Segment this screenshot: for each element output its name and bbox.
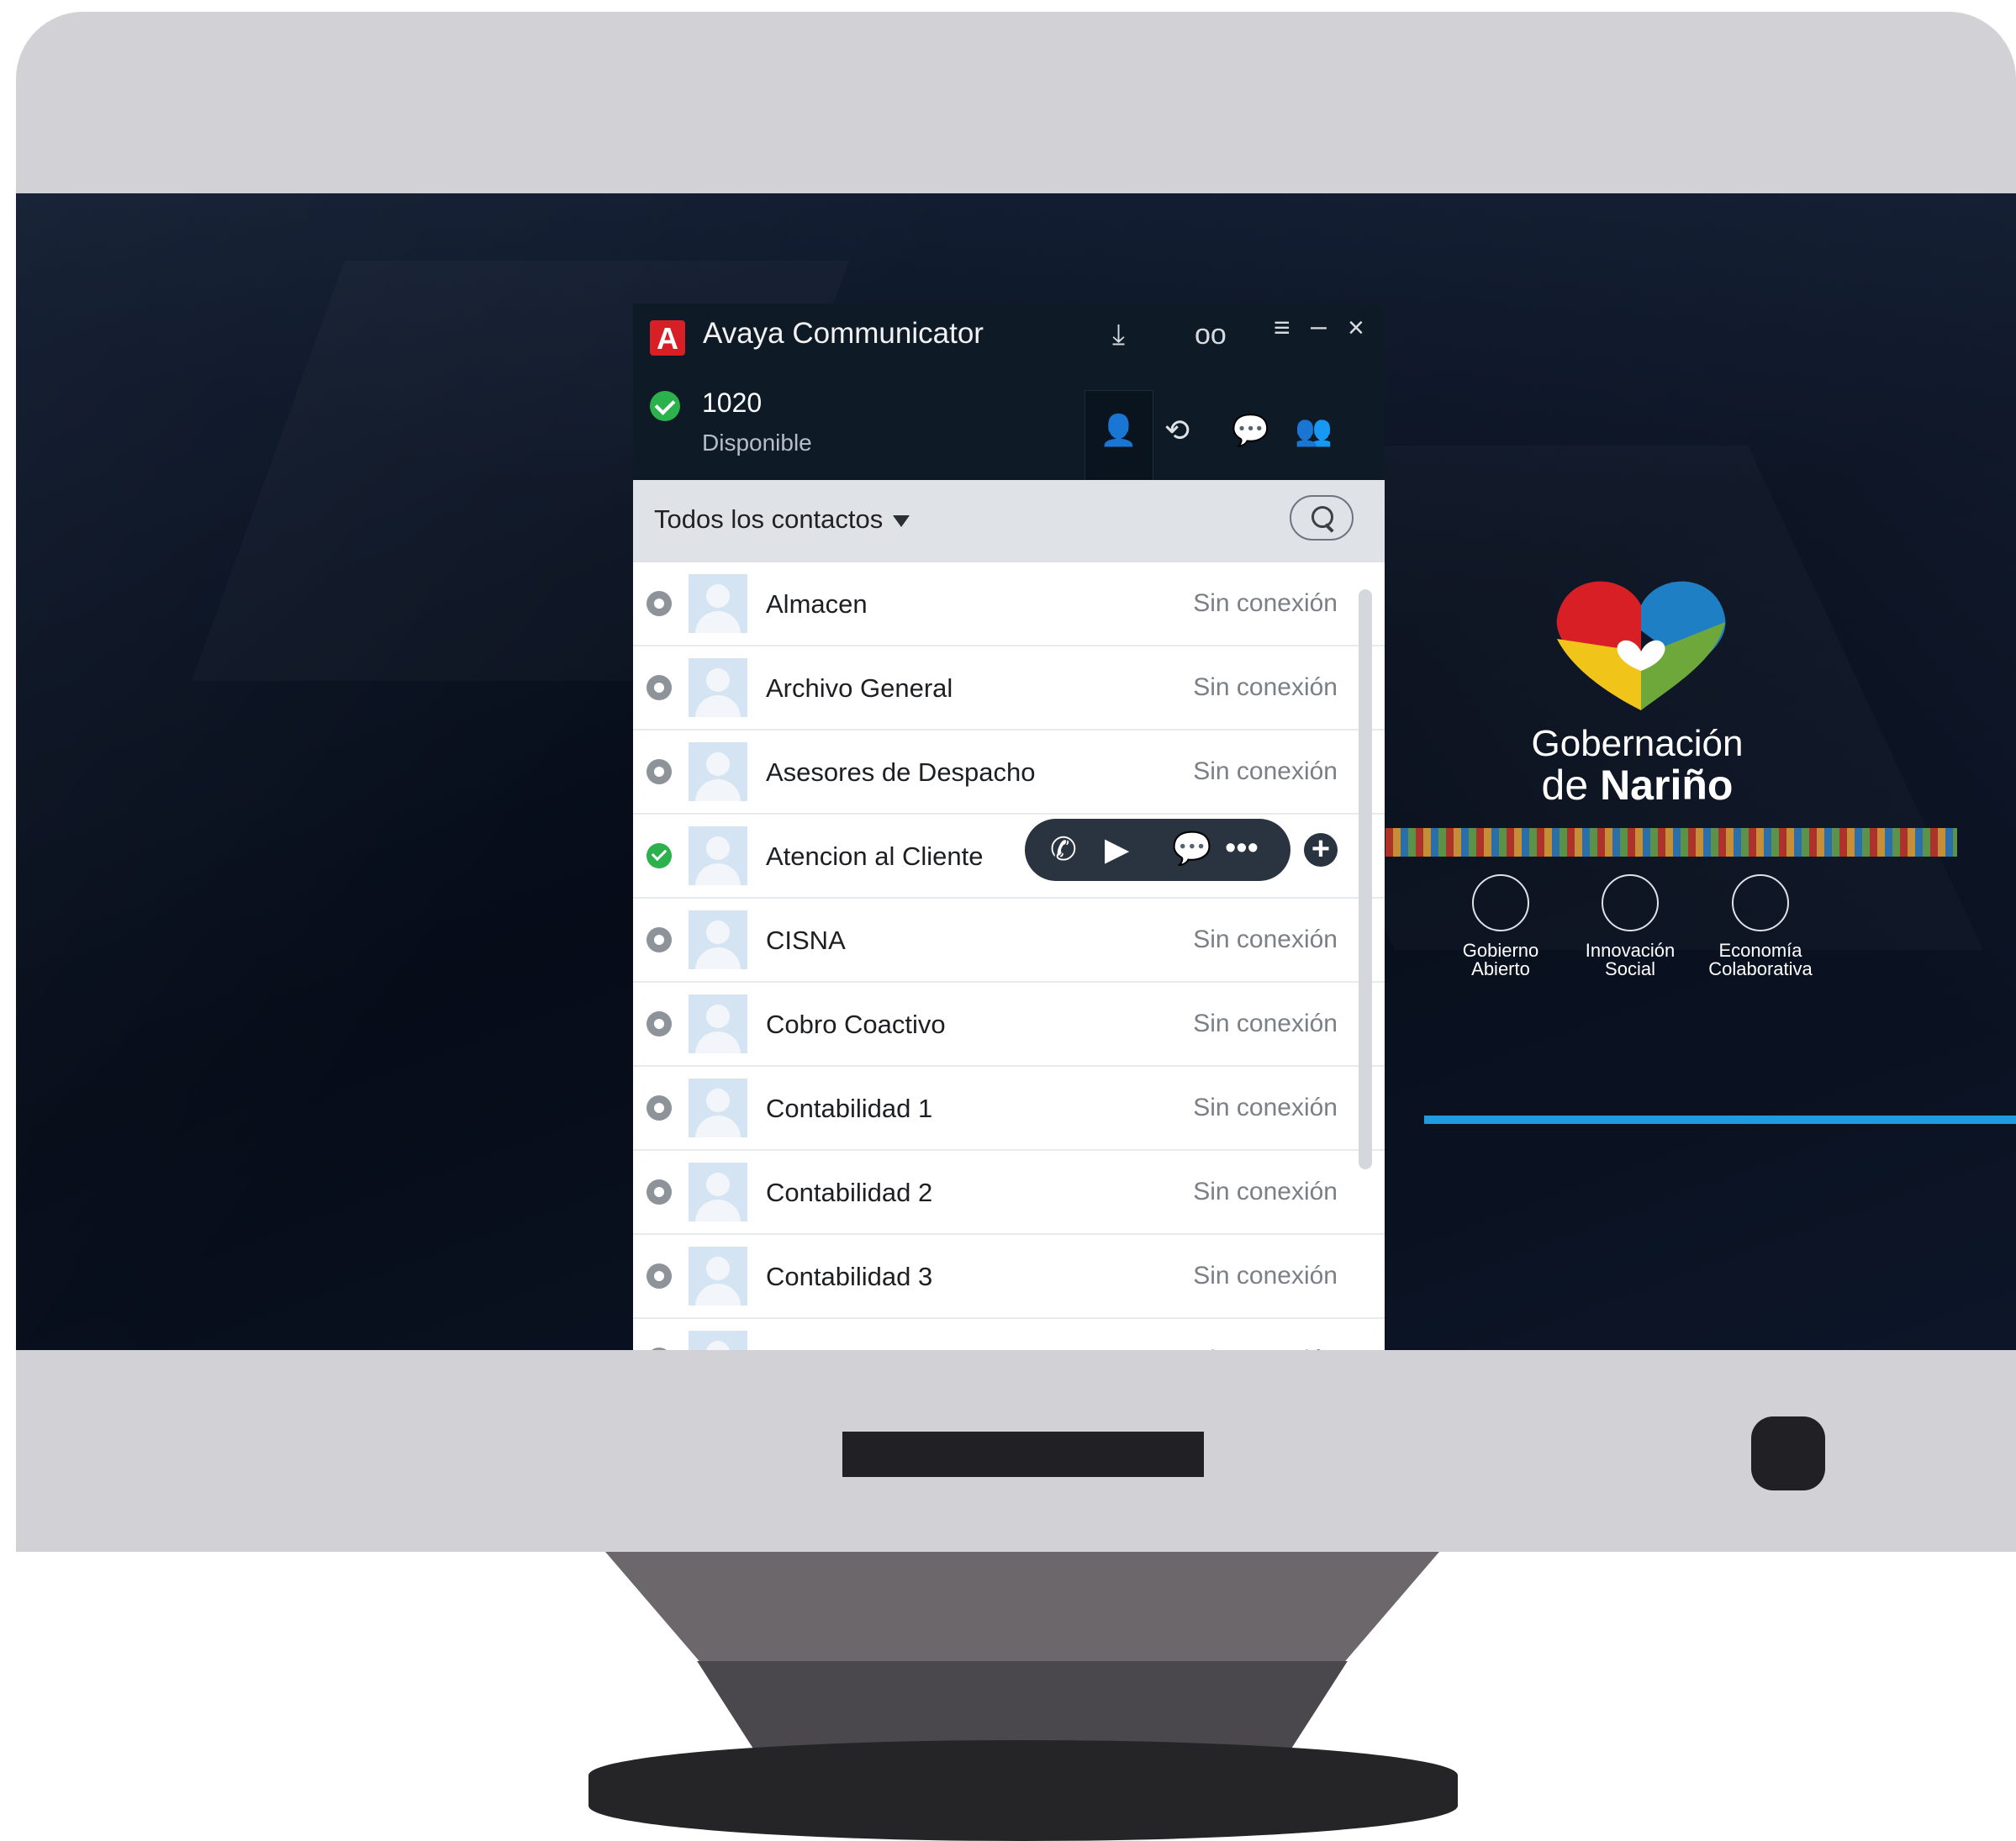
contact-status: Sin conexión [1193, 1094, 1338, 1121]
avatar [689, 658, 747, 717]
gobernacion-heart-logo [1556, 581, 1726, 710]
contact-row[interactable]: CISNA Sin conexión [633, 899, 1385, 983]
pillar-line1: Gobierno [1462, 940, 1539, 961]
close-icon[interactable]: × [1348, 312, 1364, 345]
pillar-innovacion-social: Innovación Social [1571, 874, 1689, 979]
messages-icon[interactable]: 💬 [1232, 413, 1269, 448]
contact-name: Contabilidad 2 [766, 1178, 933, 1207]
minimize-icon[interactable]: – [1311, 310, 1327, 343]
avatar [689, 742, 747, 801]
pillar-line2: Social [1605, 958, 1655, 979]
contact-name: CISNA [766, 926, 846, 955]
avatar [689, 826, 747, 885]
contact-row[interactable]: Contabilidad 2 Sin conexión [633, 1151, 1385, 1235]
brand-line2-prefix: de [1541, 762, 1589, 809]
pillar-line2: Colaborativa [1708, 958, 1813, 979]
contact-status: Sin conexión [1193, 1010, 1338, 1037]
history-icon[interactable]: ⟲ [1164, 413, 1190, 448]
lightbulb-icon [1602, 874, 1659, 931]
avatar [689, 574, 747, 633]
contact-status: Sin conexión [1193, 673, 1338, 701]
monitor-slot [842, 1432, 1204, 1477]
app-header: A Avaya Communicator ⤓ oo ≡ – × 1020 Dis… [633, 303, 1385, 481]
contact-row[interactable]: CorrespondenciaSin conexión [633, 1319, 1385, 1350]
chat-icon[interactable]: 💬 [1172, 831, 1211, 868]
contact-status: Sin conexión [1193, 926, 1338, 953]
contact-list: Almacen Sin conexión Archivo General Sin co… [633, 562, 1385, 1350]
avatar [689, 1331, 747, 1350]
avatar [689, 1247, 747, 1306]
brand-line1: Gobernación [1531, 723, 1744, 764]
scrollbar[interactable] [1359, 589, 1372, 1169]
avatar [689, 994, 747, 1053]
caret-down-icon [893, 514, 910, 527]
pillar-line2: Abierto [1471, 958, 1530, 979]
transfer-icon[interactable]: ⤓ [1112, 319, 1125, 351]
avaya-communicator-window[interactable]: A Avaya Communicator ⤓ oo ≡ – × 1020 Dis… [633, 303, 1385, 1350]
search-icon [1311, 506, 1333, 528]
contact-name: Archivo General [766, 673, 953, 703]
presence-offline-icon [646, 591, 672, 616]
spiral-icon [1472, 874, 1529, 931]
video-icon[interactable]: ▶ [1105, 831, 1129, 868]
contact-filter-bar: Todos los contactos [633, 480, 1385, 562]
accent-line [1424, 1116, 2016, 1124]
presence-available-icon[interactable] [650, 391, 680, 421]
presence-offline-icon [646, 1095, 672, 1121]
contact-name: Asesores de Despacho [766, 757, 1036, 787]
monitor-base [588, 1740, 1458, 1841]
contact-row[interactable]: Contabilidad 1 Sin conexión [633, 1067, 1385, 1151]
pillar-gobierno-abierto: Gobierno Abierto [1442, 874, 1559, 979]
presence-offline-icon [646, 1263, 672, 1289]
contacts-icon[interactable]: 👤 [1100, 413, 1137, 448]
add-contact-icon[interactable]: + [1304, 833, 1338, 867]
contact-row[interactable]: Asesores de Despacho Sin conexión [633, 731, 1385, 815]
avaya-logo-icon: A [650, 320, 685, 356]
contact-status: Sin conexión [1193, 1178, 1338, 1205]
contact-filter-dropdown[interactable]: Todos los contactos [654, 504, 910, 535]
decorative-chevron-strip [1385, 828, 1957, 857]
avatar [689, 1079, 747, 1137]
power-button-icon [1751, 1416, 1825, 1490]
user-extension: 1020 [702, 388, 763, 418]
menu-icon[interactable]: ≡ [1274, 312, 1290, 345]
presence-offline-icon [646, 1011, 672, 1037]
groups-icon[interactable]: 👥 [1295, 413, 1333, 448]
user-status[interactable]: Disponible [702, 430, 812, 456]
brand-line2-bold: Nariño [1600, 762, 1734, 809]
contact-row[interactable]: Archivo General Sin conexión [633, 646, 1385, 731]
pillar-line1: Economía [1718, 940, 1802, 961]
brand-line2: de Nariño [1421, 761, 1854, 810]
contact-name: Almacen [766, 589, 868, 619]
monitor-illustration: A Avaya Communicator ⤓ oo ≡ – × 1020 Dis… [0, 0, 2016, 1841]
contact-row[interactable]: Contabilidad 3 Sin conexión [633, 1235, 1385, 1319]
contact-name: Contabilidad 3 [766, 1262, 933, 1291]
contact-name: Contabilidad 1 [766, 1094, 933, 1123]
presence-offline-icon [646, 1179, 672, 1205]
contact-name: Cobro Coactivo [766, 1010, 946, 1039]
presence-offline-icon [646, 675, 672, 700]
app-title: Avaya Communicator [703, 317, 984, 350]
presence-offline-icon [646, 759, 672, 784]
contact-row[interactable]: Almacen Sin conexión [633, 562, 1385, 646]
contact-status: Sin conexión [1193, 589, 1338, 617]
search-button[interactable] [1290, 495, 1354, 541]
presence-offline-icon [646, 927, 672, 952]
pillar-economia-colaborativa: Economía Colaborativa [1702, 874, 1819, 979]
voicemail-icon[interactable]: oo [1195, 319, 1227, 351]
pillar-line1: Innovación [1585, 940, 1676, 961]
contact-row[interactable]: Cobro Coactivo Sin conexión [633, 983, 1385, 1067]
avatar [689, 910, 747, 969]
avatar [689, 1163, 747, 1221]
contact-name: Atencion al Cliente [766, 841, 984, 871]
network-circle-icon [1732, 874, 1789, 931]
contact-actions-bar: ✆ ▶ 💬 ••• [1025, 819, 1290, 881]
monitor-bezel-top [16, 12, 2016, 197]
contact-status: Sin conexión [1193, 757, 1338, 785]
phone-icon[interactable]: ✆ [1050, 831, 1077, 868]
more-icon[interactable]: ••• [1225, 831, 1259, 867]
contact-filter-label: Todos los contactos [654, 504, 884, 534]
contact-status: Sin conexión [1193, 1262, 1338, 1290]
presence-available-icon [646, 843, 672, 868]
